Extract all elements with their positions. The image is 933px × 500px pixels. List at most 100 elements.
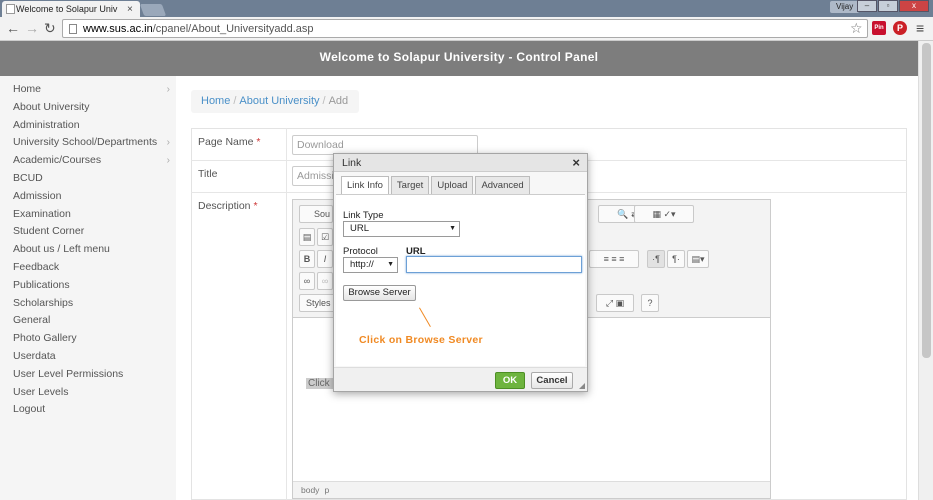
sidebar-item[interactable]: University School/Departments › [0, 134, 176, 152]
select-all-group[interactable]: ▦ ✓▾ [634, 205, 694, 223]
browser-user-badge[interactable]: Vijay [830, 1, 860, 13]
forward-arrow-icon[interactable]: → [25, 21, 39, 35]
dialog-tab[interactable]: Target [390, 176, 430, 194]
element-path-p[interactable]: p [324, 485, 329, 495]
sidebar-item[interactable]: User Levels [0, 384, 176, 402]
rtl-icon[interactable]: ¶· [667, 250, 685, 268]
protocol-label: Protocol [343, 246, 378, 257]
sidebar-item[interactable]: About University [0, 99, 176, 117]
sidebar-item[interactable]: Student Corner [0, 223, 176, 241]
chevron-right-icon: › [166, 84, 170, 95]
editor-status-bar: body p [293, 481, 770, 498]
dialog-tab[interactable]: Advanced [475, 176, 530, 194]
sidebar-item-label: Publications [13, 278, 70, 291]
browse-server-button[interactable]: Browse Server [343, 285, 416, 301]
reload-icon[interactable]: ↻ [44, 21, 56, 35]
sidebar-item[interactable]: Photo Gallery [0, 330, 176, 348]
minimize-window-button[interactable]: – [857, 0, 877, 12]
sidebar-item[interactable]: Scholarships [0, 295, 176, 313]
help-button[interactable]: ? [641, 294, 659, 312]
url-host: www.sus.ac.in [83, 22, 153, 35]
close-tab-icon[interactable]: × [127, 4, 133, 15]
pin-extension-icon[interactable]: Pin [872, 21, 886, 35]
breadcrumb-separator: / [233, 95, 237, 107]
sidebar-item[interactable]: Logout [0, 401, 176, 419]
align-group[interactable]: ≡ ≡ ≡ [589, 250, 639, 268]
page-favicon-icon [6, 4, 15, 14]
sidebar-item-label: Userdata [13, 349, 56, 362]
sidebar-item-label: Academic/Courses [13, 154, 102, 167]
dialog-tab[interactable]: Upload [431, 176, 474, 194]
breadcrumb-about-university[interactable]: About University [239, 95, 319, 107]
link-icon[interactable]: ∞ [299, 272, 315, 290]
sidebar-item[interactable]: Administration [0, 117, 176, 135]
dropdown-arrow-icon: ▼ [387, 261, 394, 268]
address-bar[interactable]: www.sus.ac.in/cpanel/About_Universityadd… [62, 19, 868, 38]
page-name-label: Page Name * [198, 136, 261, 148]
sidebar-item-label: Photo Gallery [13, 332, 77, 345]
restore-window-button[interactable]: ▫ [878, 0, 898, 12]
sidebar-item[interactable]: Home › [0, 81, 176, 99]
menu-icon[interactable]: ≡ [916, 20, 924, 36]
language-icon[interactable]: ▤▾ [687, 250, 709, 268]
dropdown-arrow-icon: ▼ [449, 225, 456, 232]
page-scrollbar[interactable] [918, 41, 933, 500]
scrollbar-thumb[interactable] [922, 43, 931, 358]
new-tab-button[interactable] [139, 4, 167, 16]
browser-tab[interactable]: Welcome to Solapur Univ × [2, 1, 140, 17]
browser-toolbar: ← → ↻ www.sus.ac.in/cpanel/About_Univers… [0, 17, 933, 41]
sidebar-item-label: User Level Permissions [13, 367, 124, 380]
page-icon [69, 24, 77, 34]
sidebar-item[interactable]: User Level Permissions [0, 366, 176, 384]
breadcrumb-home[interactable]: Home [201, 95, 230, 107]
source-button[interactable]: Sou [299, 205, 333, 223]
sidebar-item[interactable]: Admission [0, 188, 176, 206]
unlink-icon[interactable]: ∞ [317, 272, 333, 290]
sidebar-item-label: Examination [13, 207, 71, 220]
breadcrumb-current: Add [328, 95, 349, 107]
sidebar-item[interactable]: BCUD [0, 170, 176, 188]
close-icon[interactable]: × [572, 155, 580, 171]
annotation-pointer [419, 307, 431, 328]
maximize-blocks-group[interactable]: ⤢ ▣ [596, 294, 634, 312]
italic-button[interactable]: I [317, 250, 333, 268]
ltr-icon[interactable]: ·¶ [647, 250, 665, 268]
label-column-divider [286, 128, 287, 500]
resize-handle[interactable] [579, 383, 585, 389]
sidebar-item-label: Student Corner [13, 225, 85, 238]
sidebar-item-label: About us / Left menu [13, 243, 110, 256]
link-type-select[interactable]: URL ▼ [343, 221, 460, 237]
sidebar-item-label: University School/Departments [13, 136, 158, 149]
protocol-select[interactable]: http://▼ [343, 257, 398, 273]
sidebar-item[interactable]: Userdata [0, 348, 176, 366]
breadcrumb-separator: / [322, 95, 326, 107]
sidebar-item[interactable]: Feedback [0, 259, 176, 277]
sidebar-item[interactable]: General [0, 312, 176, 330]
sidebar-item-label: Scholarships [13, 296, 74, 309]
checkbox-icon[interactable]: ☑ [317, 228, 333, 246]
annotation-text: Click on Browse Server [359, 334, 483, 346]
sidebar-item[interactable]: About us / Left menu [0, 241, 176, 259]
sidebar-item[interactable]: Publications [0, 277, 176, 295]
page-name-input[interactable]: Download [292, 135, 478, 155]
bold-button[interactable]: B [299, 250, 315, 268]
url-input[interactable] [406, 256, 582, 273]
star-icon[interactable]: ☆ [850, 20, 863, 37]
dialog-title[interactable]: Link [334, 154, 587, 172]
table-icon[interactable]: ▤ [299, 228, 315, 246]
cancel-button[interactable]: Cancel [531, 372, 573, 389]
back-arrow-icon[interactable]: ← [6, 21, 20, 35]
link-info-panel: Link Type URL ▼ Protocol URL http://▼ Bro… [336, 194, 585, 366]
dialog-footer: OK Cancel [334, 367, 587, 391]
close-window-button[interactable]: x [899, 0, 929, 12]
sidebar-item-label: Feedback [13, 260, 60, 273]
sidebar-item[interactable]: Examination [0, 206, 176, 224]
pinterest-extension-icon[interactable]: P [893, 21, 907, 35]
sidebar-item-label: About University [13, 100, 90, 113]
sidebar-item-label: Home [13, 83, 42, 95]
sidebar-item[interactable]: Academic/Courses › [0, 152, 176, 170]
element-path-body[interactable]: body [301, 485, 319, 495]
sidebar-item-label: Administration [13, 118, 80, 131]
dialog-tab[interactable]: Link Info [341, 176, 389, 195]
ok-button[interactable]: OK [495, 372, 525, 389]
